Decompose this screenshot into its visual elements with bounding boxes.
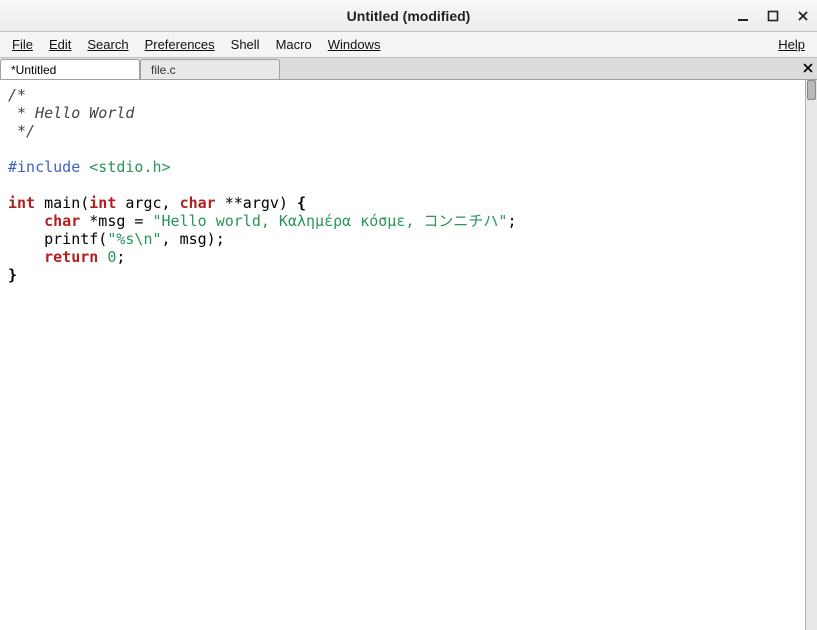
menu-shell[interactable]: Shell	[223, 34, 268, 55]
minimize-button[interactable]	[735, 8, 751, 24]
code-text: argc,	[116, 194, 179, 212]
brace: }	[8, 266, 17, 284]
menu-macro-label: Macro	[276, 37, 312, 52]
menu-file[interactable]: File	[4, 34, 41, 55]
code-text: main(	[35, 194, 89, 212]
tabbar: *Untitled file.c	[0, 58, 817, 80]
menu-file-label: File	[12, 37, 33, 52]
keyword: int	[8, 194, 35, 212]
code-text: printf(	[8, 230, 107, 248]
menu-edit-label: Edit	[49, 37, 71, 52]
menu-shell-label: Shell	[231, 37, 260, 52]
brace: {	[297, 194, 306, 212]
menu-help[interactable]: Help	[770, 34, 813, 55]
window-title: Untitled (modified)	[347, 8, 471, 24]
code-text: *msg =	[80, 212, 152, 230]
code-text: ;	[116, 248, 125, 266]
tab-untitled[interactable]: *Untitled	[0, 59, 140, 79]
menu-preferences[interactable]: Preferences	[137, 34, 223, 55]
tab-untitled-label: *Untitled	[11, 63, 56, 77]
menu-windows[interactable]: Windows	[320, 34, 389, 55]
comment-line: * Hello World	[8, 104, 134, 122]
indent	[8, 248, 44, 266]
tab-close-icon[interactable]	[801, 61, 815, 78]
keyword: char	[180, 194, 216, 212]
indent	[8, 212, 44, 230]
maximize-button[interactable]	[765, 8, 781, 24]
code-text: , msg);	[162, 230, 225, 248]
code-text: **argv)	[216, 194, 297, 212]
preprocessor: #include	[8, 158, 89, 176]
menubar: File Edit Search Preferences Shell Macro…	[0, 32, 817, 58]
tab-filec-label: file.c	[151, 63, 176, 77]
vertical-scrollbar[interactable]	[805, 80, 817, 630]
string-literal: "Hello world, Καλημέρα κόσμε, コンニチハ"	[153, 212, 508, 230]
titlebar: Untitled (modified)	[0, 0, 817, 32]
menu-preferences-label: Preferences	[145, 37, 215, 52]
keyword: char	[44, 212, 80, 230]
menu-search[interactable]: Search	[79, 34, 136, 55]
keyword: return	[44, 248, 98, 266]
include-file: <stdio.h>	[89, 158, 170, 176]
menu-macro[interactable]: Macro	[268, 34, 320, 55]
code-editor[interactable]: /* * Hello World */ #include <stdio.h> i…	[0, 80, 805, 630]
scrollbar-thumb[interactable]	[807, 80, 816, 100]
tab-filec[interactable]: file.c	[140, 59, 280, 79]
string-literal: "%s\n"	[107, 230, 161, 248]
keyword: int	[89, 194, 116, 212]
menu-help-label: Help	[778, 37, 805, 52]
code-text: ;	[507, 212, 516, 230]
close-button[interactable]	[795, 8, 811, 24]
editor-wrap: /* * Hello World */ #include <stdio.h> i…	[0, 80, 817, 630]
menu-search-label: Search	[87, 37, 128, 52]
comment-line: /*	[8, 86, 26, 104]
comment-line: */	[8, 122, 35, 140]
window-controls	[735, 8, 811, 24]
code-text	[98, 248, 107, 266]
menu-edit[interactable]: Edit	[41, 34, 79, 55]
menu-windows-label: Windows	[328, 37, 381, 52]
